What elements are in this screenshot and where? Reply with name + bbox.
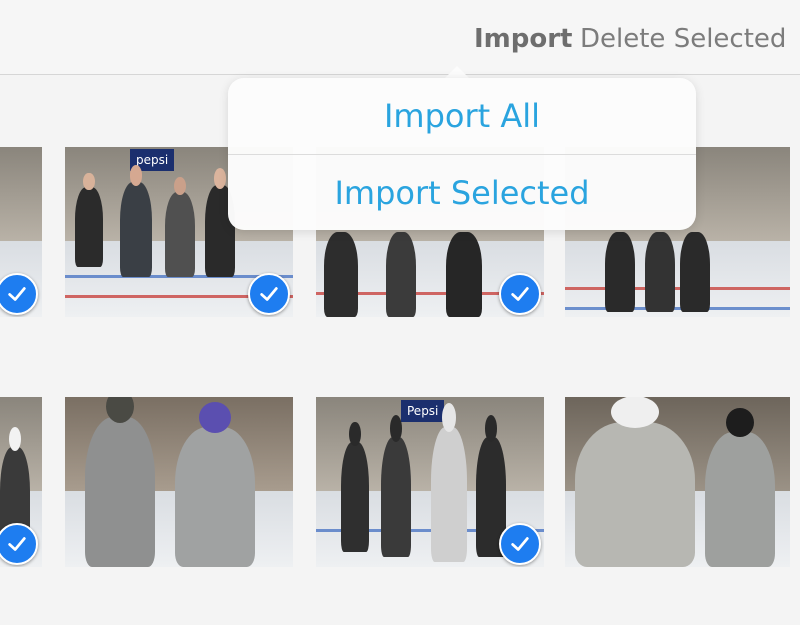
delete-selected-button[interactable]: Delete Selected [580,22,786,56]
track-line [565,287,790,290]
track-line [565,307,790,310]
skater-figure [381,415,411,557]
skater-figure [341,422,369,552]
photo-thumbnail[interactable]: Pepsi [316,397,544,567]
skater-figure [165,176,195,277]
import-button[interactable]: Import [474,22,573,56]
selected-checkmark-icon[interactable] [248,273,290,315]
skater-figure [175,401,255,567]
photo-banner: Pepsi [401,400,445,422]
skater-figure [431,402,467,562]
selected-checkmark-icon[interactable] [499,273,541,315]
skater-figure [446,232,482,317]
skater-figure [605,232,635,312]
top-toolbar: Import Delete Selected [0,0,800,75]
menu-item-import-all[interactable]: Import All [228,78,696,154]
skater-figure [575,397,695,567]
skater-figure [386,232,416,317]
skater-figure [85,397,155,567]
skater-figure [645,232,675,312]
skater-figure [324,232,358,317]
skater-figure [705,407,775,567]
photo-thumbnail[interactable] [0,397,42,567]
photo-floor [565,240,790,317]
selected-checkmark-icon[interactable] [499,523,541,565]
skater-figure [120,164,152,277]
photo-background [0,147,42,241]
import-popover: Import All Import Selected [228,78,696,230]
photo-thumbnail[interactable] [65,397,293,567]
photo-thumbnail[interactable] [565,397,790,567]
skater-figure [680,232,710,312]
menu-item-import-selected[interactable]: Import Selected [228,154,696,231]
skater-figure [75,172,103,267]
photo-thumbnail[interactable] [0,147,42,317]
